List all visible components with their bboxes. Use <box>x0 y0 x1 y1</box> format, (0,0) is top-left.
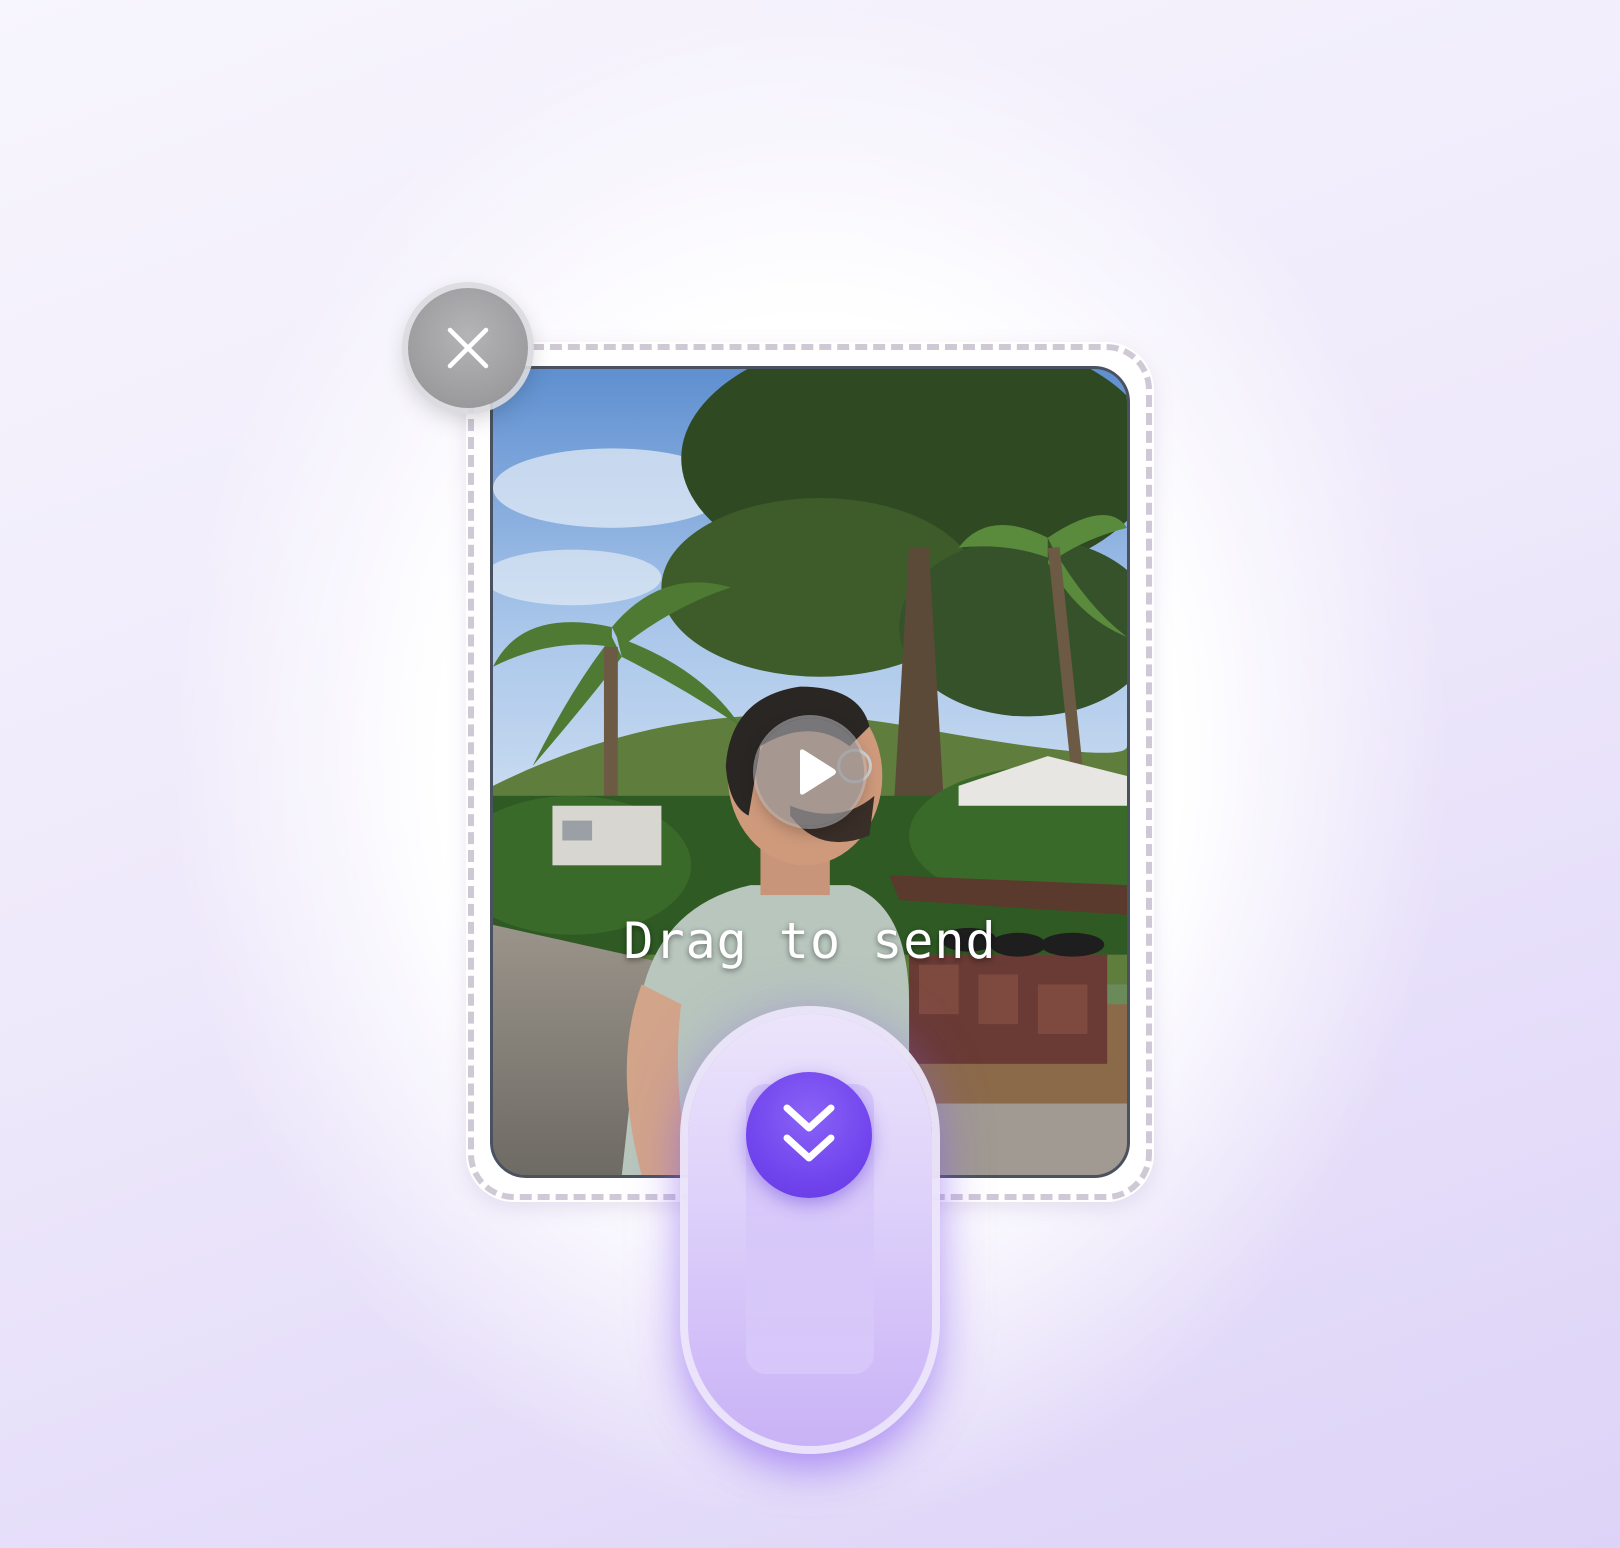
slider-handle[interactable] <box>746 1072 872 1198</box>
play-icon <box>800 749 836 795</box>
close-button[interactable] <box>408 288 528 408</box>
chevrons-down-icon <box>783 1104 835 1162</box>
play-button[interactable] <box>756 718 864 826</box>
drag-to-send-hint: Drag to send <box>623 912 997 970</box>
send-slider[interactable] <box>688 1014 932 1446</box>
close-icon <box>447 327 489 369</box>
